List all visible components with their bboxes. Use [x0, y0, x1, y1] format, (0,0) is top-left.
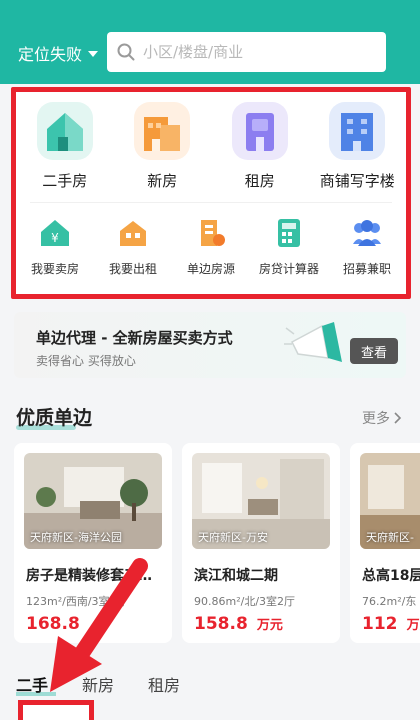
listing-icon — [193, 216, 229, 250]
office-icon — [329, 102, 386, 160]
location-selector[interactable]: 定位失败 — [18, 41, 99, 65]
banner-subtitle: 卖得省心 买得放心 — [36, 354, 136, 368]
sub-item-sell-house[interactable]: ¥ 我要卖房 — [16, 216, 94, 286]
listing-card[interactable]: 天府新区-万安 滨江和城二期 90.86m²/北/3室2厅 158.8 万元 — [182, 443, 340, 643]
banner-title: 单边代理 - 全新房屋买卖方式 — [36, 329, 233, 347]
sub-item-recruit[interactable]: 招募兼职 — [328, 216, 406, 286]
sub-category-row: ¥ 我要卖房 我要出租 单边房源 房贷计算器 招募兼职 — [16, 216, 406, 286]
category-second-hand[interactable]: 二手房 — [16, 102, 114, 192]
category-label: 二手房 — [42, 172, 88, 190]
category-label: 租房 — [244, 172, 275, 190]
category-label: 新房 — [147, 172, 178, 190]
promo-banner[interactable]: 单边代理 - 全新房屋买卖方式 卖得省心 买得放心 查看 — [14, 312, 406, 378]
sell-house-icon: ¥ — [37, 216, 73, 250]
search-bar[interactable] — [107, 32, 386, 72]
category-panel: 二手房 新房 租房 商铺写字楼 ¥ 我要卖房 我要出租 单边房源 房贷计算器 招… — [11, 87, 411, 299]
chevron-right-icon — [394, 412, 402, 424]
category-rent[interactable]: 租房 — [211, 102, 309, 192]
listing-location: 天府新区-海洋公园 — [30, 531, 122, 544]
listing-location: 天府新区-万安 — [198, 531, 268, 544]
search-input[interactable] — [143, 43, 363, 61]
sub-item-listing[interactable]: 单边房源 — [172, 216, 250, 286]
listing-price: 112 万元 — [362, 614, 420, 634]
listing-meta: 90.86m²/北/3室2厅 — [194, 595, 296, 608]
rent-out-icon — [115, 216, 151, 250]
listing-price: 158.8 万元 — [194, 614, 283, 634]
price-unit: 万元 — [406, 618, 420, 633]
divider — [30, 202, 392, 203]
rent-icon — [231, 102, 288, 160]
sub-category-label: 单边房源 — [186, 262, 235, 276]
listing-card[interactable]: 天府新区- 总高18层 76.2m²/东 112 万元 — [350, 443, 420, 643]
sub-category-label: 房贷计算器 — [258, 262, 319, 276]
sub-category-label: 招募兼职 — [342, 262, 391, 276]
category-commercial[interactable]: 商铺写字楼 — [309, 102, 407, 192]
listing-title: 总高18层 — [362, 568, 420, 584]
annotation-arrow — [50, 558, 148, 692]
listing-photo: 天府新区-万安 — [192, 453, 330, 549]
main-category-row: 二手房 新房 租房 商铺写字楼 — [16, 102, 406, 192]
top-header: 定位失败 — [0, 0, 420, 84]
search-icon — [117, 43, 135, 61]
price-value: 158.8 — [194, 614, 248, 634]
highlight-box — [18, 700, 94, 720]
view-button[interactable]: 查看 — [350, 338, 398, 364]
price-value: 112 — [362, 614, 398, 634]
house-icon — [36, 102, 93, 160]
megaphone-icon — [284, 322, 342, 362]
svg-text:¥: ¥ — [51, 231, 59, 245]
more-link[interactable]: 更多 — [362, 408, 402, 428]
listing-location: 天府新区- — [366, 531, 414, 544]
listing-photo: 天府新区-海洋公园 — [24, 453, 162, 549]
sub-category-label: 我要出租 — [108, 262, 157, 276]
listing-title: 滨江和城二期 — [194, 568, 278, 584]
sub-category-label: 我要卖房 — [30, 262, 79, 276]
sub-item-calculator[interactable]: 房贷计算器 — [250, 216, 328, 286]
sub-item-rent-out[interactable]: 我要出租 — [94, 216, 172, 286]
category-new-house[interactable]: 新房 — [114, 102, 212, 192]
more-label: 更多 — [362, 411, 390, 427]
price-unit: 万元 — [256, 618, 283, 633]
building-icon — [134, 102, 191, 160]
listing-photo: 天府新区- — [360, 453, 420, 549]
caret-down-icon — [88, 51, 99, 57]
location-label: 定位失败 — [18, 45, 83, 64]
section-title: 优质单边 — [16, 407, 93, 429]
calculator-icon — [271, 216, 307, 250]
recruit-icon — [349, 216, 385, 250]
listing-meta: 76.2m²/东 — [362, 595, 417, 608]
category-label: 商铺写字楼 — [319, 172, 395, 190]
